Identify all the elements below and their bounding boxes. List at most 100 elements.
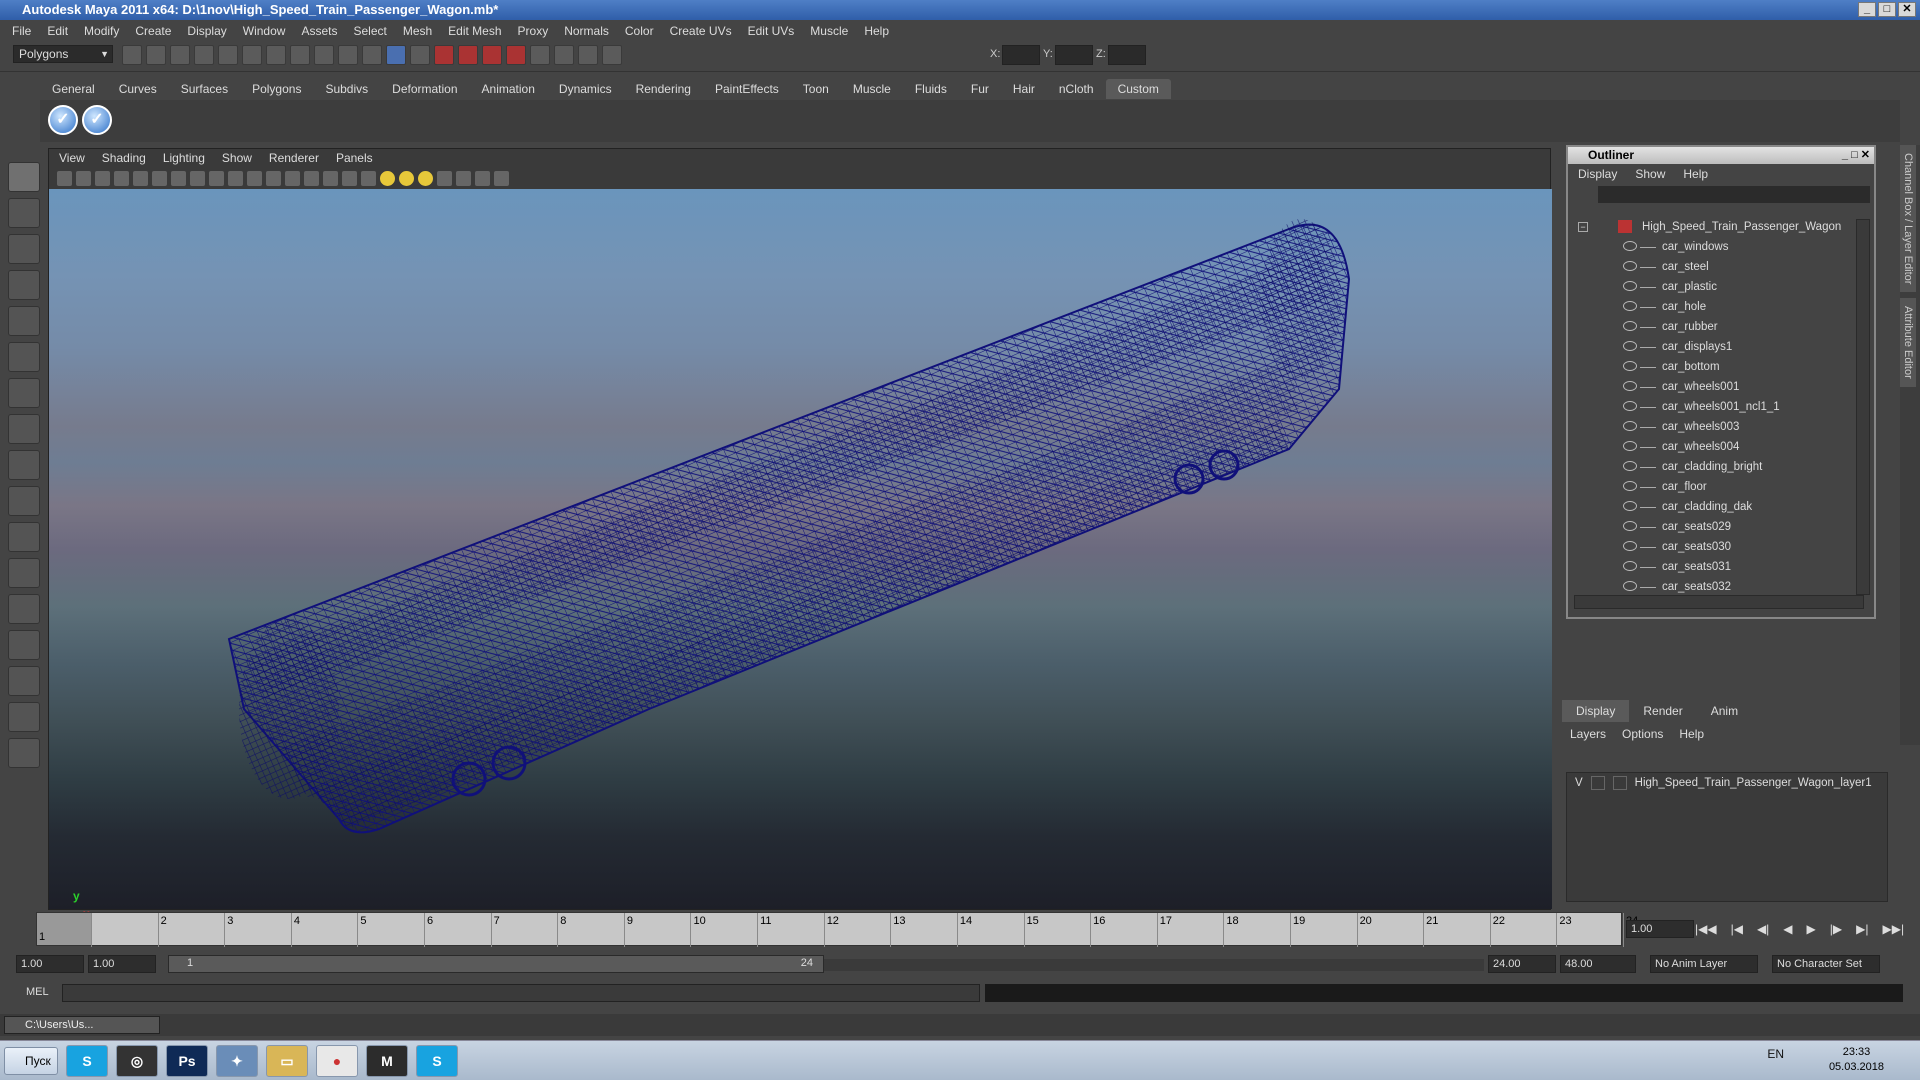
outliner-item[interactable]: car_floor [1574,477,1859,497]
select-component-icon[interactable] [242,45,262,65]
photoshop-icon[interactable]: Ps [166,1045,208,1077]
outliner-item[interactable]: car_displays1 [1574,337,1859,357]
snap-grid-icon[interactable] [266,45,286,65]
perspective-viewport[interactable]: View Shading Lighting Show Renderer Pane… [48,148,1552,943]
image-plane-icon[interactable] [114,170,129,186]
outliner-item[interactable]: car_seats030 [1574,537,1859,557]
outliner-item[interactable]: car_wheels001 [1574,377,1859,397]
four-view-layout-icon[interactable] [8,558,40,588]
bookmark-icon[interactable] [95,170,110,186]
menu-normals[interactable]: Normals [564,24,609,38]
menu-create-uvs[interactable]: Create UVs [670,24,732,38]
folder-icon[interactable]: ▭ [266,1045,308,1077]
chrome-icon[interactable]: ● [316,1045,358,1077]
layer-menu-layers[interactable]: Layers [1570,722,1606,746]
hypershade-layout-icon[interactable] [8,666,40,696]
move-tool-icon[interactable] [8,270,40,300]
select-object-icon[interactable] [218,45,238,65]
current-time-field[interactable]: 1.00 [1626,920,1694,938]
checkmark-icon[interactable]: ✓ [48,105,78,135]
paint-select-tool-icon[interactable] [8,234,40,264]
viewport-menu-renderer[interactable]: Renderer [269,149,319,167]
outliner-search-field[interactable] [1598,186,1870,203]
layer-type-toggle[interactable] [1590,776,1605,790]
minimize-button[interactable]: _ [1858,2,1876,17]
menu-mesh[interactable]: Mesh [403,24,432,38]
shelf-tab-muscle[interactable]: Muscle [841,79,903,99]
high-quality-icon[interactable] [418,170,433,186]
safe-action-icon[interactable] [266,170,281,186]
3d-app-icon[interactable]: ✦ [216,1045,258,1077]
outliner-item[interactable]: car_wheels003 [1574,417,1859,437]
playback-start-field[interactable]: 1.00 [88,955,156,973]
show-manipulator-icon[interactable] [8,450,40,480]
layout-toggle-icon[interactable] [602,45,622,65]
outliner-menu-help[interactable]: Help [1683,164,1708,184]
menu-assets[interactable]: Assets [301,24,337,38]
channel-box-toggle-icon[interactable] [530,45,550,65]
outliner-layout-icon[interactable] [8,594,40,624]
character-set-dropdown[interactable]: No Character Set [1772,955,1880,973]
current-frame-marker[interactable]: 1 [37,913,91,945]
grease-pencil-icon[interactable] [152,170,167,186]
outliner-item[interactable]: car_rubber [1574,317,1859,337]
graph-editor-layout-icon[interactable] [8,630,40,660]
outliner-item[interactable]: car_cladding_dak [1574,497,1859,517]
shelf-tab-toon[interactable]: Toon [791,79,841,99]
outliner-window-buttons[interactable]: _ □ ✕ [1842,147,1870,164]
viewport-menu-lighting[interactable]: Lighting [163,149,205,167]
x-field[interactable] [1002,45,1040,65]
attribute-editor-toggle-icon[interactable] [554,45,574,65]
shelf-tab-animation[interactable]: Animation [470,79,547,99]
shelf-tab-fur[interactable]: Fur [959,79,1001,99]
viewport-menu-show[interactable]: Show [222,149,252,167]
start-button[interactable]: Пуск [4,1047,58,1075]
z-field[interactable] [1108,45,1146,65]
play-backwards-icon[interactable]: ◀ [1783,922,1792,936]
viewport-menu-view[interactable]: View [59,149,85,167]
shelf-tab-surfaces[interactable]: Surfaces [169,79,240,99]
lasso-tool-icon[interactable] [8,198,40,228]
menu-edit-mesh[interactable]: Edit Mesh [448,24,501,38]
viewport-menu-panels[interactable]: Panels [336,149,373,167]
shelf-tab-painteffects[interactable]: PaintEffects [703,79,791,99]
menu-color[interactable]: Color [625,24,654,38]
checkmark-icon[interactable]: ✓ [82,105,112,135]
construction-history-icon[interactable] [386,45,406,65]
menu-set-dropdown[interactable]: Polygons [13,45,113,63]
viewport-menu-shading[interactable]: Shading [102,149,146,167]
snap-point-icon[interactable] [314,45,334,65]
anim-layer-dropdown[interactable]: No Anim Layer [1650,955,1758,973]
menu-muscle[interactable]: Muscle [810,24,848,38]
steam-icon[interactable]: ◎ [116,1045,158,1077]
film-gate-icon[interactable] [190,170,205,186]
shadows-icon[interactable] [399,170,414,186]
dope-sheet-layout-icon[interactable] [8,702,40,732]
camera-attributes-icon[interactable] [76,170,91,186]
select-tool-icon[interactable] [8,162,40,192]
outliner-item[interactable]: car_wheels004 [1574,437,1859,457]
snap-surface-icon[interactable] [362,45,382,65]
outliner-menu-display[interactable]: Display [1578,164,1617,184]
outliner-menu-show[interactable]: Show [1635,164,1665,184]
layout-list-icon[interactable] [8,738,40,768]
animation-start-field[interactable]: 1.00 [16,955,84,973]
layer-visibility-toggle[interactable]: V [1575,773,1583,793]
step-forward-key-icon[interactable]: ▶| [1856,922,1868,936]
animation-end-field[interactable]: 48.00 [1560,955,1636,973]
textured-icon[interactable] [361,170,376,186]
use-all-lights-icon[interactable] [380,170,395,186]
outliner-item[interactable]: car_cladding_bright [1574,457,1859,477]
step-forward-frame-icon[interactable]: |▶ [1830,922,1842,936]
safe-title-icon[interactable] [285,170,300,186]
shelf-tab-curves[interactable]: Curves [107,79,169,99]
xray-joints-icon[interactable] [475,170,490,186]
outliner-root-item[interactable]: − High_Speed_Train_Passenger_Wagon [1574,217,1859,237]
snap-plane-icon[interactable] [338,45,358,65]
shelf-tab-general[interactable]: General [40,79,107,99]
render-current-icon[interactable] [434,45,454,65]
isolate-select-icon[interactable] [437,170,452,186]
outliner-item[interactable]: car_steel [1574,257,1859,277]
outliner-item[interactable]: car_seats029 [1574,517,1859,537]
outliner-item[interactable]: car_windows [1574,237,1859,257]
